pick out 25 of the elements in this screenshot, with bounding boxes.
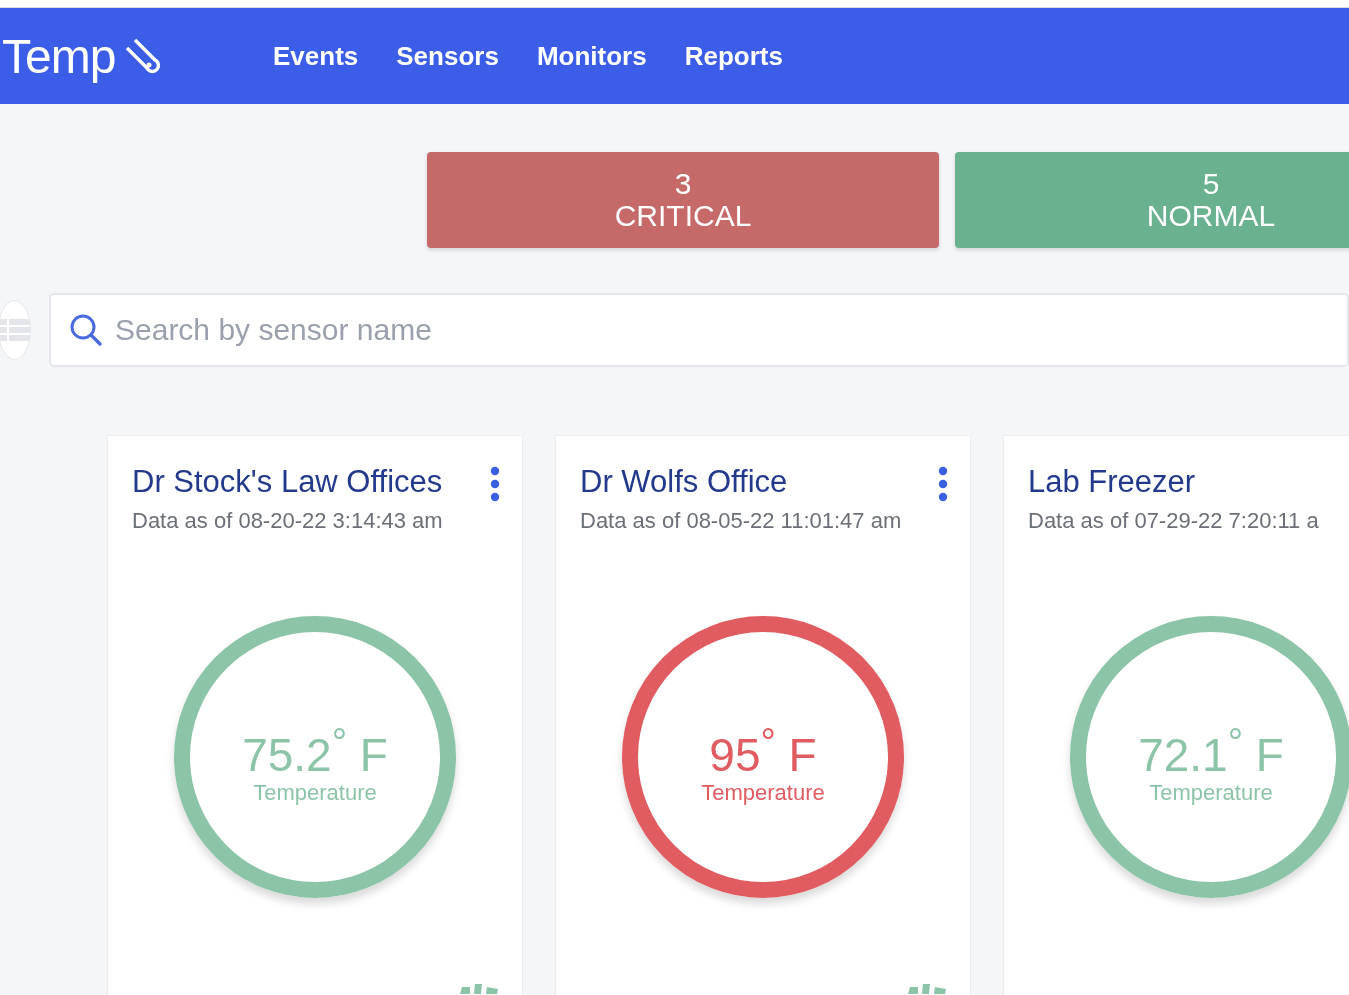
nav-link[interactable]: Monitors [536, 40, 647, 72]
temperature-reading: 75.2$^{°}$ F [242, 719, 388, 780]
metric-label: Temperature [253, 779, 377, 806]
list-icon [0, 318, 30, 342]
metric-label: Temperature [701, 779, 825, 806]
more-options-icon[interactable] [490, 466, 500, 502]
sensor-card[interactable]: Lab Freezer Data as of 07-29-22 7:20:11 a 72.1$^{°}$ F Temperature [1003, 435, 1349, 995]
status-filter-button[interactable]: 3 CRITICAL [427, 152, 939, 248]
data-timestamp: Data as of 08-05-22 11:01:47 am [580, 508, 902, 534]
search-field[interactable]: Search by sensor name [49, 293, 1349, 367]
sensor-card[interactable]: Dr Wolfs Office Data as of 08-05-22 11:01:47 am 95$^{°}$ F Temperature [555, 435, 971, 995]
more-options-icon[interactable] [938, 466, 948, 502]
data-timestamp: Data as of 08-20-22 3:14:43 am [132, 508, 443, 534]
sensor-card[interactable]: Dr Stock's Law Offices Data as of 08-20-22 3:14:43 am 75.2$^{°}$ F Temperature [107, 435, 523, 995]
metric-label: Temperature [1149, 779, 1273, 806]
nav-link[interactable]: Events [273, 40, 359, 72]
sensor-name: Dr Wolfs Office [580, 464, 789, 500]
sensor-name: Lab Freezer [1028, 464, 1197, 500]
nav-link[interactable]: Reports [684, 40, 783, 72]
logo-text[interactable]: Temp [2, 28, 116, 84]
temperature-reading: 72.1$^{°}$ F [1138, 719, 1284, 780]
nav-link[interactable]: Sensors [396, 40, 499, 72]
data-timestamp: Data as of 07-29-22 7:20:11 a [1028, 508, 1319, 534]
temperature-reading: 95$^{°}$ F [709, 719, 817, 780]
sensor-name: Dr Stock's Law Offices [132, 464, 443, 500]
